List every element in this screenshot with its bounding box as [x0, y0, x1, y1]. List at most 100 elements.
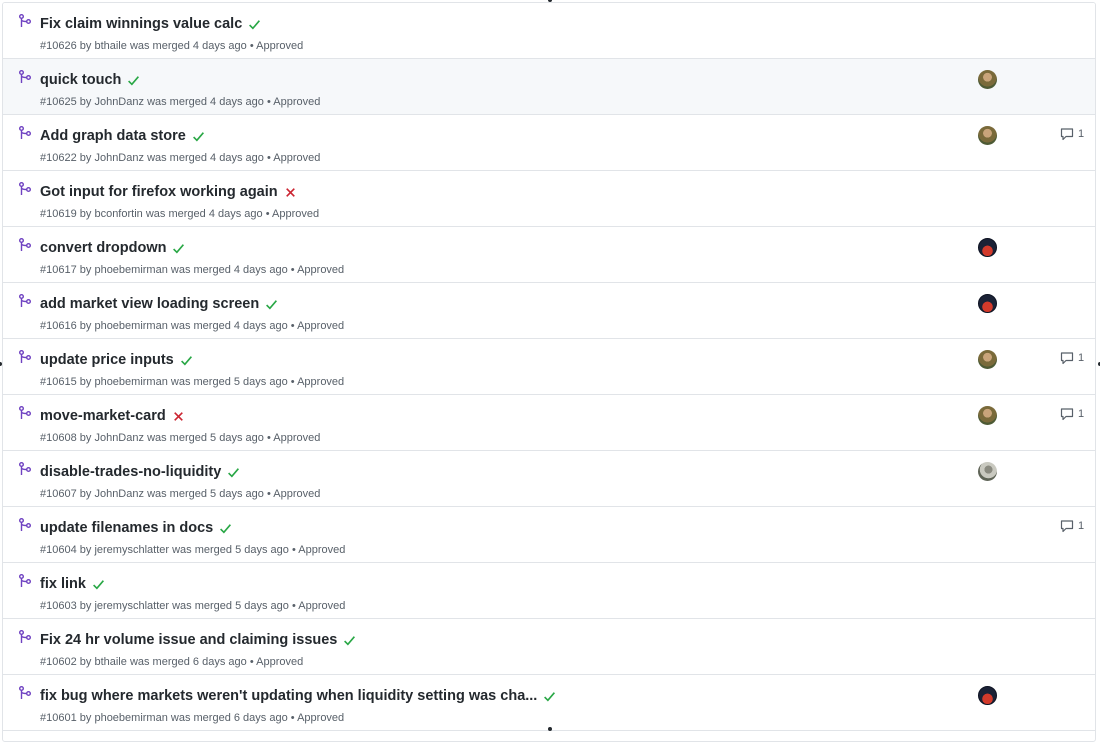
check-success-icon[interactable]: [219, 522, 232, 535]
pr-number: #10602: [40, 656, 77, 668]
comment-icon: [1060, 520, 1074, 533]
reviewer-avatar[interactable]: [978, 294, 997, 313]
pr-author-link[interactable]: JohnDanz: [94, 96, 144, 108]
comments-link[interactable]: 1: [1060, 407, 1084, 421]
x-failure-icon[interactable]: [284, 186, 297, 199]
merged-phrase: was merged: [170, 376, 231, 388]
pr-title-link[interactable]: update price inputs: [40, 350, 174, 370]
review-status-link[interactable]: Approved: [256, 40, 303, 52]
pull-request-row[interactable]: quick touch #10625 by JohnDanz was merge…: [3, 59, 1095, 115]
check-success-icon[interactable]: [172, 242, 185, 255]
check-success-icon[interactable]: [265, 298, 278, 311]
pr-meta: #10608 by JohnDanz was merged 5 days ago…: [40, 432, 321, 444]
reviewer-avatar[interactable]: [978, 238, 997, 257]
pr-title-link[interactable]: disable-trades-no-liquidity: [40, 462, 221, 482]
comments-link[interactable]: 1: [1060, 127, 1084, 141]
pr-author-link[interactable]: jeremyschlatter: [94, 600, 169, 612]
reviewer-avatar[interactable]: [978, 686, 997, 705]
x-failure-icon[interactable]: [172, 410, 185, 423]
pull-request-row[interactable]: Fix claim winnings value calc #10626 by …: [3, 3, 1095, 59]
comment-icon: [1060, 408, 1074, 421]
review-status-link[interactable]: Approved: [256, 656, 303, 668]
check-success-icon[interactable]: [180, 354, 193, 367]
check-success-icon[interactable]: [192, 130, 205, 143]
check-success-icon[interactable]: [227, 466, 240, 479]
review-status-link[interactable]: Approved: [298, 600, 345, 612]
review-status-link[interactable]: Approved: [273, 96, 320, 108]
reviewer-avatar[interactable]: [978, 70, 997, 89]
pr-title-link[interactable]: convert dropdown: [40, 238, 166, 258]
check-success-icon[interactable]: [248, 18, 261, 31]
comments-link[interactable]: 1: [1060, 351, 1084, 365]
pr-author-link[interactable]: JohnDanz: [94, 432, 144, 444]
merged-phrase: was merged: [147, 488, 207, 500]
pr-title-link[interactable]: Fix 24 hr volume issue and claiming issu…: [40, 630, 337, 650]
pull-request-row[interactable]: disable-trades-no-liquidity #10607 by Jo…: [3, 451, 1095, 507]
reviewer-avatar[interactable]: [978, 462, 997, 481]
pr-title-link[interactable]: add market view loading screen: [40, 294, 259, 314]
meta-separator: •: [290, 264, 295, 276]
review-status-link[interactable]: Approved: [297, 320, 344, 332]
pr-title-link[interactable]: move-market-card: [40, 406, 166, 426]
review-status-link[interactable]: Approved: [273, 488, 320, 500]
pull-request-row[interactable]: update price inputs #10615 by phoebemirm…: [3, 339, 1095, 395]
pr-author-link[interactable]: phoebemirman: [94, 376, 167, 388]
check-success-icon[interactable]: [543, 690, 556, 703]
reviewer-avatar[interactable]: [978, 350, 997, 369]
pull-request-row[interactable]: Add graph data store #10622 by JohnDanz …: [3, 115, 1095, 171]
check-success-icon[interactable]: [343, 634, 356, 647]
merged-time: 4 days ago: [192, 40, 247, 52]
pr-author-link[interactable]: bthaile: [94, 40, 126, 52]
merged-pr-icon: [19, 462, 31, 475]
review-status-link[interactable]: Approved: [297, 376, 344, 388]
pr-author-link[interactable]: JohnDanz: [94, 152, 144, 164]
title-line: Add graph data store: [40, 126, 205, 146]
pr-author-link[interactable]: phoebemirman: [94, 264, 167, 276]
pull-request-row[interactable]: Got input for firefox working again #106…: [3, 171, 1095, 227]
pull-request-list: Fix claim winnings value calc #10626 by …: [2, 2, 1096, 742]
review-status-link[interactable]: Approved: [273, 152, 320, 164]
reviewer-avatar[interactable]: [978, 406, 997, 425]
pull-request-row[interactable]: Fix 24 hr volume issue and claiming issu…: [3, 619, 1095, 675]
merged-time: 4 days ago: [210, 152, 264, 164]
pr-title-link[interactable]: quick touch: [40, 70, 121, 90]
comments-link[interactable]: 1: [1060, 519, 1084, 533]
pr-author-link[interactable]: phoebemirman: [94, 712, 167, 724]
review-status-link[interactable]: Approved: [272, 208, 319, 220]
pr-title-link[interactable]: fix bug where markets weren't updating w…: [40, 686, 537, 706]
review-status-link[interactable]: Approved: [298, 544, 345, 556]
pull-request-row[interactable]: fix bug where markets weren't updating w…: [3, 675, 1095, 731]
merged-phrase: was merged: [147, 432, 207, 444]
title-line: convert dropdown: [40, 238, 185, 258]
review-status-link[interactable]: Approved: [273, 432, 320, 444]
pull-request-row[interactable]: convert dropdown #10617 by phoebemirman …: [3, 227, 1095, 283]
pull-request-row[interactable]: add market view loading screen #10616 by…: [3, 283, 1095, 339]
pr-author-link[interactable]: jeremyschlatter: [94, 544, 169, 556]
pull-request-row[interactable]: fix link #10603 by jeremyschlatter was m…: [3, 563, 1095, 619]
merged-time: 5 days ago: [235, 544, 289, 556]
merged-phrase: was merged: [147, 96, 207, 108]
pr-number: #10626: [40, 40, 77, 52]
pr-author-link[interactable]: bthaile: [94, 656, 126, 668]
merged-phrase: was merged: [129, 656, 190, 668]
pr-title-link[interactable]: fix link: [40, 574, 86, 594]
check-success-icon[interactable]: [127, 74, 140, 87]
pull-request-row[interactable]: update filenames in docs #10604 by jerem…: [3, 507, 1095, 563]
merged-pr-icon: [19, 630, 31, 643]
pr-meta: #10607 by JohnDanz was merged 5 days ago…: [40, 488, 321, 500]
pr-title-link[interactable]: Add graph data store: [40, 126, 186, 146]
pr-number: #10608: [40, 432, 77, 444]
review-status-link[interactable]: Approved: [297, 264, 344, 276]
pr-title-link[interactable]: Got input for firefox working again: [40, 182, 278, 202]
pr-author-link[interactable]: phoebemirman: [94, 320, 167, 332]
merged-time: 5 days ago: [210, 432, 264, 444]
reviewer-avatar[interactable]: [978, 126, 997, 145]
review-status-link[interactable]: Approved: [297, 712, 344, 724]
pull-request-row[interactable]: move-market-card #10608 by JohnDanz was …: [3, 395, 1095, 451]
pr-author-link[interactable]: bconfortin: [94, 208, 142, 220]
check-success-icon[interactable]: [92, 578, 105, 591]
title-line: disable-trades-no-liquidity: [40, 462, 240, 482]
pr-author-link[interactable]: JohnDanz: [94, 488, 144, 500]
pr-title-link[interactable]: Fix claim winnings value calc: [40, 14, 242, 34]
pr-title-link[interactable]: update filenames in docs: [40, 518, 213, 538]
